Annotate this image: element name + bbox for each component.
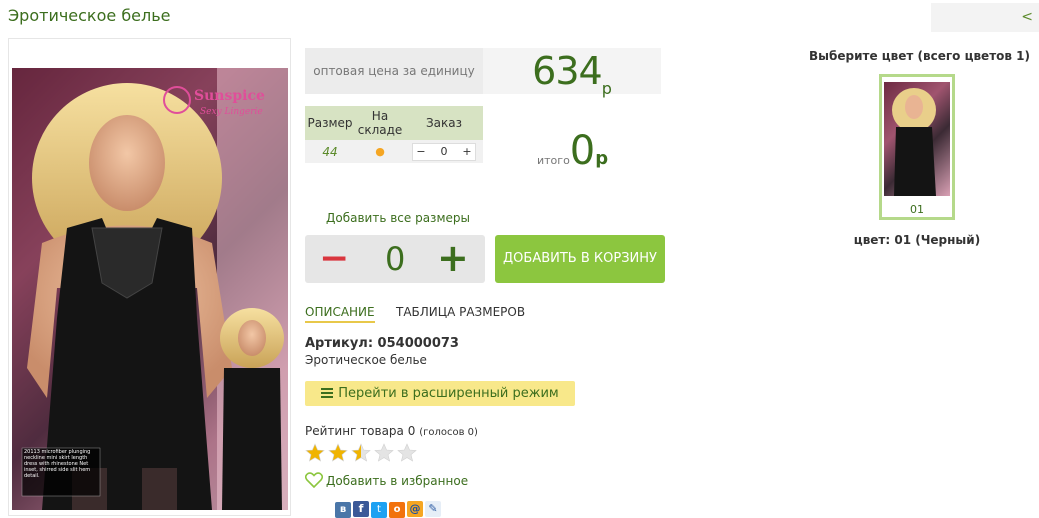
quantity-input[interactable]: 0 (385, 235, 405, 283)
color-code: 01 (910, 203, 924, 216)
star-4[interactable] (374, 443, 394, 462)
total-label: итого (537, 154, 570, 167)
rating-value: 0 (407, 424, 416, 438)
star-5[interactable] (397, 443, 417, 462)
selected-color-caption: цвет: 01 (Черный) (853, 233, 981, 247)
brand-logo: Sunspice (194, 88, 265, 104)
row-plus-button[interactable]: + (459, 144, 475, 160)
rating-stars[interactable] (305, 443, 421, 467)
share-bar: в f t о @ ✎ (335, 497, 441, 518)
stock-indicator: ● (355, 140, 405, 163)
back-label: < (1021, 9, 1033, 25)
list-icon (321, 388, 334, 398)
total-unit: р (595, 148, 609, 169)
add-to-cart-button[interactable]: ДОБАВИТЬ В КОРЗИНУ (495, 235, 665, 283)
total: итого0р (537, 128, 608, 174)
price-box: 634р (483, 48, 661, 98)
livejournal-icon[interactable]: ✎ (425, 501, 441, 517)
brand-sub: Sexy Lingerie (200, 107, 263, 117)
add-all-sizes-label: Добавить все размеры (326, 211, 470, 225)
col-stock-header: На складе (355, 106, 405, 140)
product-category: Эротическое белье (305, 353, 427, 367)
star-3[interactable] (351, 443, 371, 462)
order-stepper: − 0 + (405, 140, 483, 163)
total-value: 0 (569, 128, 596, 174)
row-qty-input[interactable]: 0 (430, 144, 458, 160)
sizes-table: Размер На складе Заказ 44 ● − 0 + (305, 106, 483, 163)
col-order-header: Заказ (405, 106, 483, 140)
advanced-mode-button[interactable]: Перейти в расширенный режим (305, 381, 575, 406)
advanced-mode-label: Перейти в расширенный режим (338, 386, 559, 401)
color-option[interactable]: 01 (879, 74, 955, 220)
favorite-label: Добавить в избранное (326, 474, 469, 488)
heart-icon (304, 472, 324, 489)
rating: Рейтинг товара 0 (голосов 0) (305, 424, 478, 438)
rating-votes: (голосов 0) (419, 427, 478, 438)
color-heading: Выберите цвет (всего цветов 1) (809, 49, 1030, 63)
rating-label: Рейтинг товара (305, 424, 404, 438)
tab-size-chart[interactable]: ТАБЛИЦА РАЗМЕРОВ (396, 305, 525, 319)
price-unit: р (601, 79, 612, 98)
color-thumb-image (884, 82, 950, 196)
add-to-favorites[interactable]: Добавить в избранное (304, 472, 469, 489)
star-1[interactable] (305, 443, 325, 462)
product-photo-art: Sunspice Sexy Lingerie 20113 microfiber … (12, 68, 288, 510)
price-label: оптовая цена за единицу (305, 48, 483, 94)
star-2[interactable] (328, 443, 348, 462)
mailru-icon[interactable]: @ (407, 501, 423, 517)
sku: Артикул: 054000073 (305, 336, 459, 351)
minus-button[interactable]: − (319, 237, 349, 281)
page-title: Эротическое белье (8, 6, 171, 25)
table-row: 44 ● − 0 + (305, 140, 483, 163)
size-value: 44 (305, 140, 355, 163)
tab-description[interactable]: ОПИСАНИЕ (305, 305, 375, 323)
stars-svg (305, 443, 417, 462)
plus-button[interactable]: + (437, 235, 469, 281)
back-button[interactable]: < (931, 3, 1039, 32)
col-size-header: Размер (305, 106, 355, 140)
facebook-icon[interactable]: f (353, 501, 369, 517)
image-caption: 20113 microfiber plunging neckline mini … (24, 449, 91, 479)
row-minus-button[interactable]: − (413, 144, 429, 160)
color-thumb-art (892, 88, 936, 196)
product-photo[interactable]: Sunspice Sexy Lingerie 20113 microfiber … (12, 68, 288, 510)
price-value: 634 (532, 49, 603, 93)
quantity-stepper: − 0 + (305, 235, 485, 283)
